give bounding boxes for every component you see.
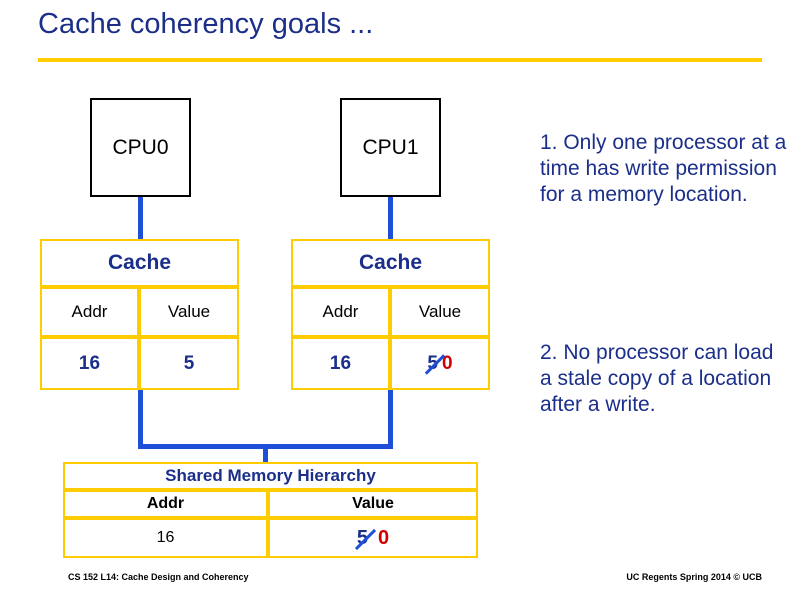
wire-cache1-down [388,390,393,448]
cache1-addr-header: Addr [291,287,390,337]
shared-memory-title-box: Shared Memory Hierarchy [63,462,478,490]
page-title: Cache coherency goals ... [38,8,374,40]
wire-cpu0-to-cache0 [138,197,143,239]
shared-memory-title: Shared Memory Hierarchy [165,466,376,485]
title-underline-rule [38,58,762,62]
cache0-addr-header-label: Addr [71,302,108,321]
cache1-title-box: Cache [291,239,490,287]
cache1-addr-value: 16 [329,352,352,374]
cache0-addr-cell: 16 [40,337,139,390]
shared-memory-value-header: Value [268,490,478,518]
shared-memory-addr-value: 16 [156,529,175,546]
shared-memory-value-strike-group: 5 0 [354,526,390,550]
footer-left-text: CS 152 L14: Cache Design and Coherency [68,572,249,582]
wire-cache0-down [138,390,143,448]
cpu0-label: CPU0 [112,135,169,159]
shared-memory-value-cell: 5 0 [268,518,478,558]
shared-memory-addr-cell: 16 [63,518,268,558]
cache1-old-value: 5 [425,353,446,375]
cache0-title: Cache [107,251,172,274]
shared-memory-value-header-label: Value [352,495,394,512]
note-2: 2. No processor can load a stale copy of… [540,341,774,416]
cache1-addr-cell: 16 [291,337,390,390]
cache0-value-header: Value [139,287,239,337]
cache0-value-cell: 5 [139,337,239,390]
shared-memory-old-value: 5 [354,527,376,550]
cache1-value-header-label: Value [418,302,462,321]
cache1-title: Cache [358,251,423,274]
cache0-value-value: 5 [183,352,195,374]
cpu1-label: CPU1 [362,135,419,159]
cache1-value-strike-group: 5 0 [425,353,453,375]
note-1: 1. Only one processor at a time has writ… [540,131,787,206]
wire-cpu1-to-cache1 [388,197,393,239]
shared-memory-addr-header: Addr [63,490,268,518]
cache1-value-cell: 5 0 [390,337,490,390]
cache0-value-header-label: Value [167,302,211,321]
wire-bus-to-memory [263,444,268,462]
cache1-addr-header-label: Addr [322,302,359,321]
cpu1-box: CPU1 [340,98,441,197]
cache0-addr-value: 16 [78,352,101,374]
cache1-value-header: Value [390,287,490,337]
cpu0-box: CPU0 [90,98,191,197]
cache0-addr-header: Addr [40,287,139,337]
cache0-title-box: Cache [40,239,239,287]
shared-memory-new-value: 0 [378,526,390,549]
shared-memory-addr-header-label: Addr [146,495,185,512]
footer-right-text: UC Regents Spring 2014 © UCB [626,572,762,582]
